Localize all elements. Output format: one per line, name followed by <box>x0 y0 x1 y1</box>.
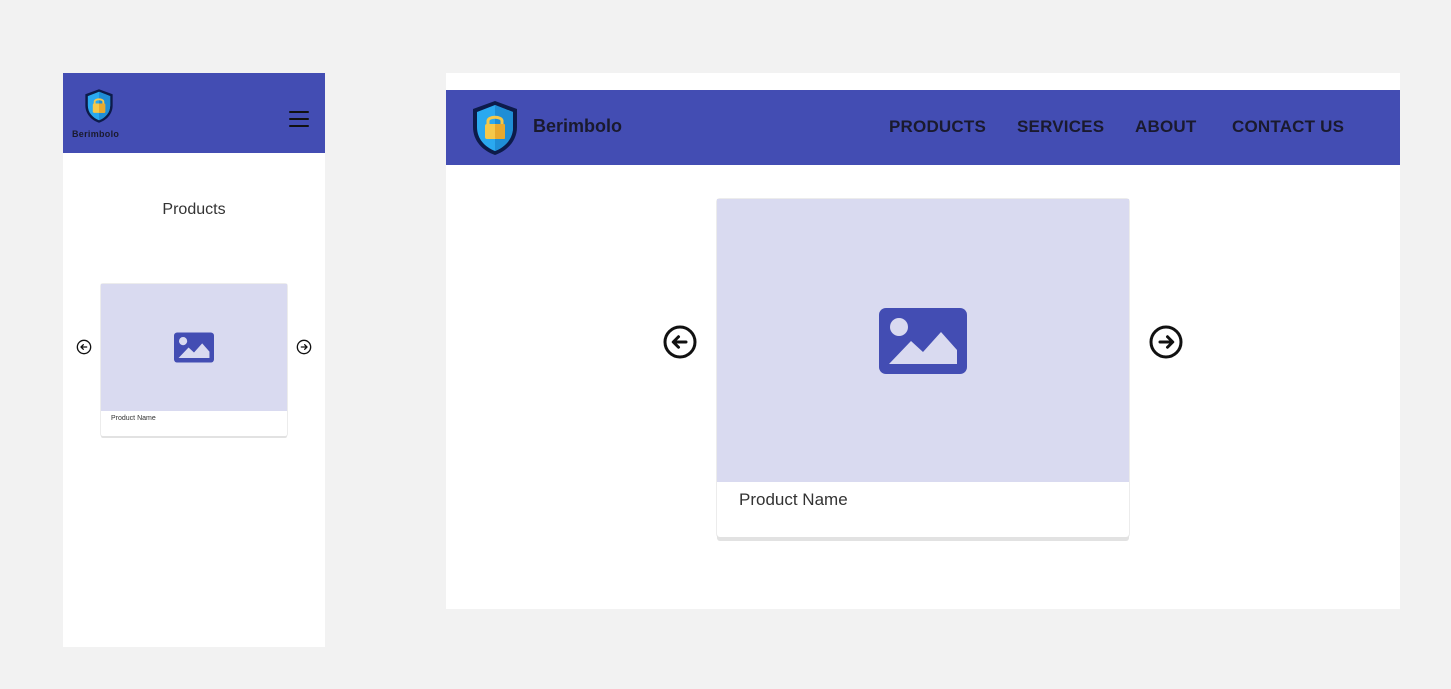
menu-line <box>289 118 309 120</box>
nav-about[interactable]: ABOUT <box>1135 117 1196 137</box>
desktop-header: Berimbolo PRODUCTS SERVICES ABOUT CONTAC… <box>446 90 1400 165</box>
arrow-right-circle-icon[interactable] <box>296 339 312 355</box>
arrow-left-circle-icon[interactable] <box>662 324 698 360</box>
mobile-frame: Berimbolo Products Product Name <box>63 73 325 647</box>
shield-lock-icon[interactable] <box>82 88 116 124</box>
brand-name[interactable]: Berimbolo <box>72 129 119 139</box>
arrow-left-circle-icon[interactable] <box>76 339 92 355</box>
image-placeholder-icon <box>879 307 967 374</box>
nav-products[interactable]: PRODUCTS <box>889 117 986 137</box>
nav-services[interactable]: SERVICES <box>1017 117 1104 137</box>
menu-line <box>289 111 309 113</box>
product-image <box>101 284 287 411</box>
arrow-right-circle-icon[interactable] <box>1148 324 1184 360</box>
product-card[interactable]: Product Name <box>717 199 1129 537</box>
desktop-frame: Berimbolo PRODUCTS SERVICES ABOUT CONTAC… <box>446 73 1400 609</box>
menu-line <box>289 125 309 127</box>
product-image <box>717 199 1129 482</box>
image-placeholder-icon <box>174 332 214 363</box>
product-name: Product Name <box>739 490 848 509</box>
product-card[interactable]: Product Name <box>101 284 287 436</box>
main-nav: PRODUCTS SERVICES ABOUT CONTACT US <box>446 117 1400 141</box>
product-name: Product Name <box>111 415 156 422</box>
hamburger-menu-icon[interactable] <box>289 111 309 127</box>
nav-contact-us[interactable]: CONTACT US <box>1232 117 1344 137</box>
mobile-header: Berimbolo <box>63 73 325 153</box>
section-title: Products <box>162 201 226 218</box>
